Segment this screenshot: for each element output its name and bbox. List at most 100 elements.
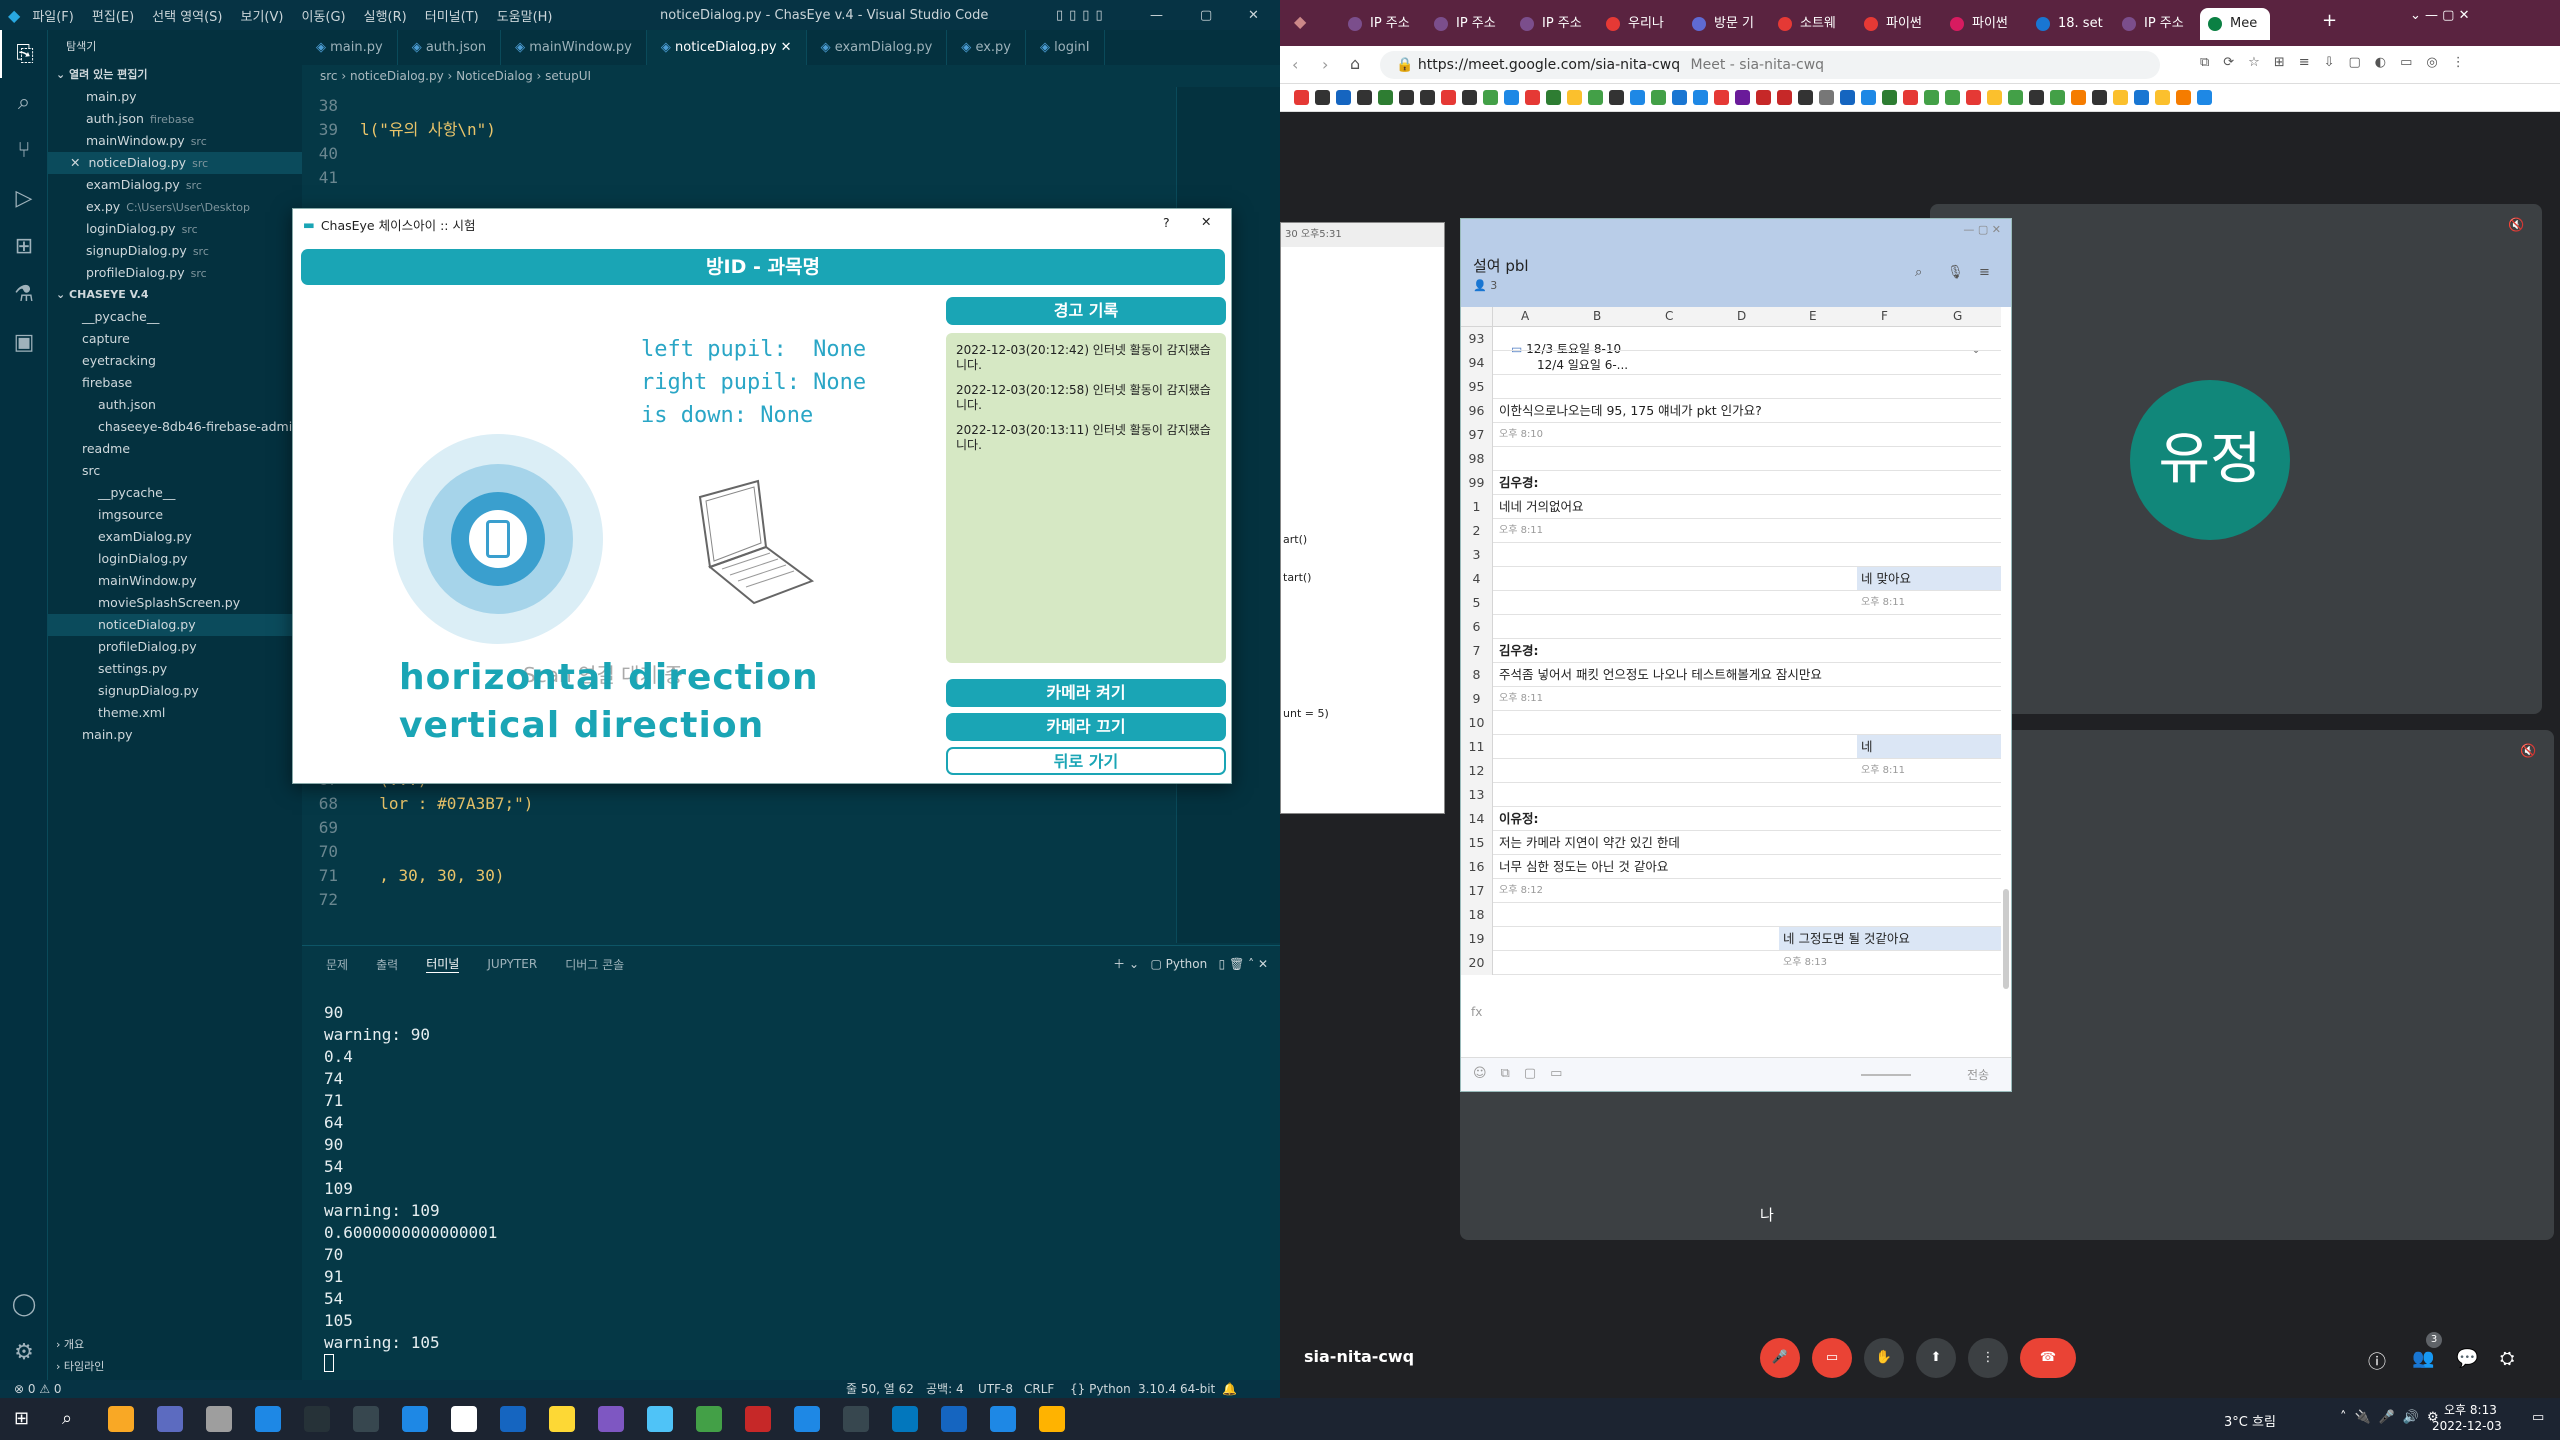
notifications-icon[interactable]: 🔔	[1222, 1380, 1237, 1398]
back-button[interactable]: 뒤로 가기	[946, 747, 1226, 775]
workspace-item[interactable]: mainWindow.py	[48, 570, 302, 592]
open-editor-item[interactable]: loginDialog.py src	[48, 218, 302, 240]
bookmark-icon[interactable]	[1735, 90, 1750, 105]
column-label[interactable]: A	[1521, 309, 1529, 323]
bookmark-icon[interactable]	[1504, 90, 1519, 105]
sheet-row[interactable]: 17 오후 8:12	[1461, 879, 2001, 903]
bookmark-icon[interactable]	[1756, 90, 1771, 105]
bookmark-icon[interactable]	[1336, 90, 1351, 105]
people-icon[interactable]: 👥	[2412, 1348, 2434, 1369]
editor-tab[interactable]: ◈ auth.json	[398, 30, 502, 65]
bookmark-icon[interactable]	[2134, 90, 2149, 105]
browser-tab[interactable]: 18. set	[2028, 8, 2110, 40]
camera-off-button[interactable]: 카메라 끄기	[946, 713, 1226, 741]
address-bar[interactable]: 🔒 https://meet.google.com/sia-nita-cwq M…	[1380, 51, 2160, 79]
sheet-row[interactable]: 12 오후 8:11	[1461, 759, 2001, 783]
editor-tab[interactable]: ◈ main.py	[302, 30, 398, 65]
terminal-output[interactable]: 90 warning: 90 0.4 74 71 64 90 54 109 warning: 10…	[302, 982, 1280, 1354]
sheet-row[interactable]: 6	[1461, 615, 2001, 639]
bookmark-icon[interactable]	[1357, 90, 1372, 105]
search-icon[interactable]: ⌕	[0, 78, 48, 126]
bookmark-icon[interactable]	[1588, 90, 1603, 105]
forward-icon[interactable]: ›	[1322, 55, 1328, 74]
sheet-row[interactable]: 5 오후 8:11	[1461, 591, 2001, 615]
breadcrumb-item[interactable]: src	[320, 69, 338, 83]
workspace-item[interactable]: theme.xml	[48, 702, 302, 724]
outline-header[interactable]: › 개요	[48, 1334, 302, 1356]
timeline-header[interactable]: › 타임라인	[48, 1356, 302, 1378]
menu-run[interactable]: 실행(R)	[364, 6, 407, 25]
bookmark-icon[interactable]	[1546, 90, 1561, 105]
workspace-item[interactable]: movieSplashScreen.py	[48, 592, 302, 614]
open-editor-item[interactable]: auth.json firebase	[48, 108, 302, 130]
editor-tab[interactable]: ◈ noticeDialog.py ✕	[646, 30, 807, 65]
open-editor-item[interactable]: ex.py C:\Users\User\Desktop	[48, 196, 302, 218]
chat-search-icon[interactable]: ⌕	[1915, 265, 1922, 280]
menu-help[interactable]: 도움말(H)	[497, 6, 553, 25]
workspace-item[interactable]: __pycache__	[48, 306, 302, 328]
bookmark-icon[interactable]	[1714, 90, 1729, 105]
taskbar-app-icon[interactable]	[500, 1406, 526, 1432]
column-label[interactable]: E	[1809, 309, 1817, 323]
column-label[interactable]: B	[1593, 309, 1601, 323]
testing-icon[interactable]: ⚗	[0, 270, 48, 318]
panel-tab[interactable]: 터미널	[426, 955, 460, 973]
sheet-row[interactable]: 10	[1461, 711, 2001, 735]
workspace-item[interactable]: eyetracking	[48, 350, 302, 372]
sheet-row[interactable]: 11 네	[1461, 735, 2001, 759]
editor-tab[interactable]: ◈ ex.py	[947, 30, 1026, 65]
panel-tab[interactable]: 출력	[376, 956, 398, 973]
scrollbar[interactable]	[2003, 889, 2009, 989]
bookmark-icon[interactable]	[2050, 90, 2065, 105]
bookmark-icon[interactable]	[1609, 90, 1624, 105]
browser-tab[interactable]: 방문 기	[1684, 8, 1766, 40]
activities-icon[interactable]: ⛭	[2500, 1348, 2514, 1369]
settings-gear-icon[interactable]: ⚙	[0, 1328, 48, 1376]
editor-tab[interactable]: ◈ examDialog.py	[807, 30, 948, 65]
menu-selection[interactable]: 선택 영역(S)	[152, 6, 222, 25]
taskbar-app-icon[interactable]	[598, 1406, 624, 1432]
open-editor-item[interactable]: main.py	[48, 86, 302, 108]
bookmark-icon[interactable]	[1399, 90, 1414, 105]
notification-icon[interactable]: ▭	[2532, 1410, 2544, 1425]
workspace-item[interactable]: chaseeye-8db46-firebase-adminsd...	[48, 416, 302, 438]
explorer-icon[interactable]: ⎘	[0, 30, 48, 78]
browser-tab[interactable]: Mee	[2200, 8, 2270, 40]
sheet-row[interactable]: 2 오후 8:11	[1461, 519, 2001, 543]
bookmark-icon[interactable]	[2071, 90, 2086, 105]
bookmark-icon[interactable]	[1315, 90, 1330, 105]
select-all-corner[interactable]	[1461, 307, 1493, 327]
workspace-header[interactable]: ⌄ CHASEYE V.4	[48, 284, 302, 306]
taskbar-app-icon[interactable]	[108, 1406, 134, 1432]
browser-tab[interactable]: 소트웨	[1770, 8, 1852, 40]
open-editor-item[interactable]: mainWindow.py src	[48, 130, 302, 152]
sheet-row[interactable]: 15 저는 카메라 지연이 약간 있긴 한데	[1461, 831, 2001, 855]
sheet-row[interactable]: 8 주석좀 넣어서 패킷 언으정도 나오나 테스트해볼게요 잠시만요	[1461, 663, 2001, 687]
column-label[interactable]: F	[1881, 309, 1888, 323]
chat-window-controls[interactable]: — ▢ ✕	[1963, 223, 2001, 236]
present-button[interactable]: ⬆	[1916, 1338, 1956, 1378]
browser-tab[interactable]: IP 주소	[2114, 8, 2196, 40]
bookmark-icon[interactable]	[1861, 90, 1876, 105]
workspace-item[interactable]: capture	[48, 328, 302, 350]
taskbar-app-icon[interactable]	[255, 1406, 281, 1432]
minimize-button[interactable]: —	[1150, 8, 1163, 23]
source-control-icon[interactable]: ⑂	[0, 126, 48, 174]
code-editor-top[interactable]: 38 39 l("유의 사항\n") 40 41	[302, 94, 1172, 190]
bookmark-icon[interactable]	[1945, 90, 1960, 105]
bookmark-icon[interactable]	[1798, 90, 1813, 105]
encoding[interactable]: UTF-8	[978, 1380, 1013, 1398]
bookmark-icon[interactable]	[1441, 90, 1456, 105]
dialog-close-button[interactable]: ✕	[1201, 214, 1211, 229]
send-button[interactable]: 전송	[1967, 1066, 1989, 1083]
sheet-row[interactable]: 93	[1461, 327, 2001, 351]
clock-date[interactable]: 2022-12-03	[2432, 1419, 2502, 1433]
sheet-row[interactable]: 3	[1461, 543, 2001, 567]
sheet-row[interactable]: 4 네 맞아요	[1461, 567, 2001, 591]
bookmark-icon[interactable]	[1777, 90, 1792, 105]
panel-tab[interactable]: JUPYTER	[487, 957, 537, 971]
bookmark-icon[interactable]	[2155, 90, 2170, 105]
workspace-item[interactable]: examDialog.py	[48, 526, 302, 548]
sheet-row[interactable]: 18	[1461, 903, 2001, 927]
participant-tile[interactable]: 유정 🔇	[1930, 204, 2542, 714]
